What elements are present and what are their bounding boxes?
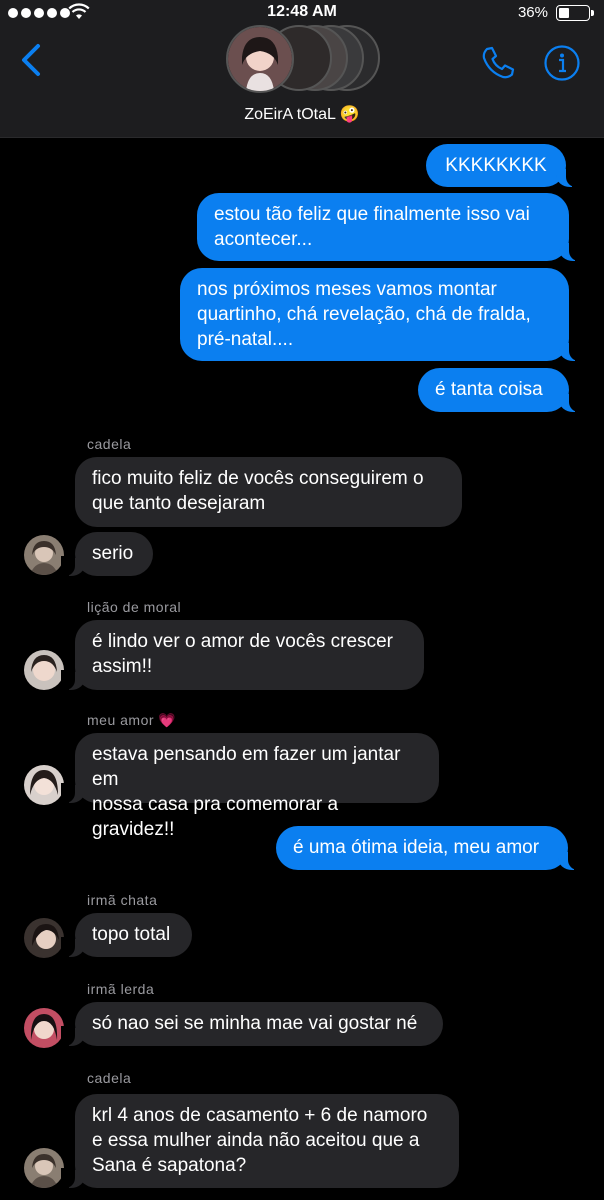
outgoing-message-bubble[interactable]: KKKKKKKK bbox=[426, 144, 580, 187]
sender-name: lição de moral bbox=[87, 599, 182, 615]
sender-avatar[interactable] bbox=[24, 535, 64, 575]
incoming-message-bubble[interactable]: serio bbox=[61, 532, 153, 576]
phone-icon[interactable] bbox=[478, 43, 518, 83]
sender-name: meu amor 💗 bbox=[87, 712, 177, 728]
group-name[interactable]: ZoEirA tOtaL 🤪 bbox=[0, 104, 604, 124]
outgoing-message-bubble[interactable]: nos próximos meses vamos montar quartinh… bbox=[180, 268, 583, 361]
sender-avatar[interactable] bbox=[24, 650, 64, 690]
incoming-message-bubble[interactable]: é lindo ver o amor de vocês crescer assi… bbox=[61, 620, 424, 690]
sender-name: irmã lerda bbox=[87, 981, 155, 997]
back-chevron-icon[interactable] bbox=[16, 40, 46, 80]
incoming-message-bubble[interactable]: fico muito feliz de vocês conseguirem o … bbox=[75, 457, 462, 527]
incoming-message-bubble[interactable]: só nao sei se minha mae vai gostar né bbox=[61, 1002, 443, 1046]
sender-name: cadela bbox=[87, 1070, 132, 1086]
outgoing-message-bubble[interactable]: estou tão feliz que finalmente isso vai … bbox=[197, 193, 583, 261]
sender-name: cadela bbox=[87, 436, 132, 452]
sender-name: irmã chata bbox=[87, 892, 158, 908]
outgoing-message-bubble[interactable]: é uma ótima ideia, meu amor bbox=[276, 826, 582, 870]
battery-icon bbox=[556, 5, 594, 21]
incoming-message-bubble[interactable]: topo total bbox=[61, 913, 192, 957]
incoming-message-bubble[interactable]: krl 4 anos de casamento + 6 de namoro e … bbox=[61, 1094, 459, 1188]
outgoing-message-bubble[interactable]: é tanta coisa bbox=[418, 368, 583, 412]
clock: 12:48 AM bbox=[267, 3, 337, 20]
sender-avatar[interactable] bbox=[24, 765, 64, 805]
info-icon[interactable] bbox=[543, 44, 581, 82]
sender-avatar[interactable] bbox=[24, 918, 64, 958]
conversation-header: 12:48 AM 36% ZoEirA tOtaL 🤪 bbox=[0, 0, 604, 138]
group-avatar-stack[interactable] bbox=[226, 25, 380, 95]
sender-avatar[interactable] bbox=[24, 1008, 64, 1048]
sender-avatar[interactable] bbox=[24, 1148, 64, 1188]
group-member-avatar bbox=[226, 25, 294, 93]
battery-percentage: 36% bbox=[517, 4, 548, 21]
status-bar: 12:48 AM 36% bbox=[0, 0, 604, 28]
incoming-message-bubble[interactable]: estava pensando em fazer um jantar em no… bbox=[61, 733, 439, 840]
